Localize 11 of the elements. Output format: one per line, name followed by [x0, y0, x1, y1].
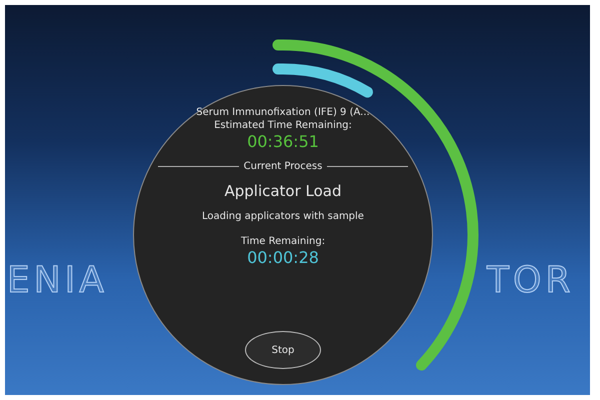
process-description: Loading applicators with sample	[202, 210, 364, 223]
background-wordmark: TOR	[487, 263, 574, 299]
estimated-time: 00:36:51	[247, 132, 319, 152]
time-remaining: 00:00:28	[247, 248, 319, 268]
background-wordmark: ENIA	[7, 263, 108, 299]
estimated-time-label: Estimated Time Remaining:	[214, 119, 352, 132]
test-name: Serum Immunofixation (IFE) 9 (A...	[196, 106, 370, 119]
process-name: Applicator Load	[224, 181, 342, 201]
stop-button[interactable]: Stop	[245, 331, 321, 369]
section-heading: Current Process	[244, 160, 322, 173]
time-remaining-label: Time Remaining:	[240, 235, 326, 248]
